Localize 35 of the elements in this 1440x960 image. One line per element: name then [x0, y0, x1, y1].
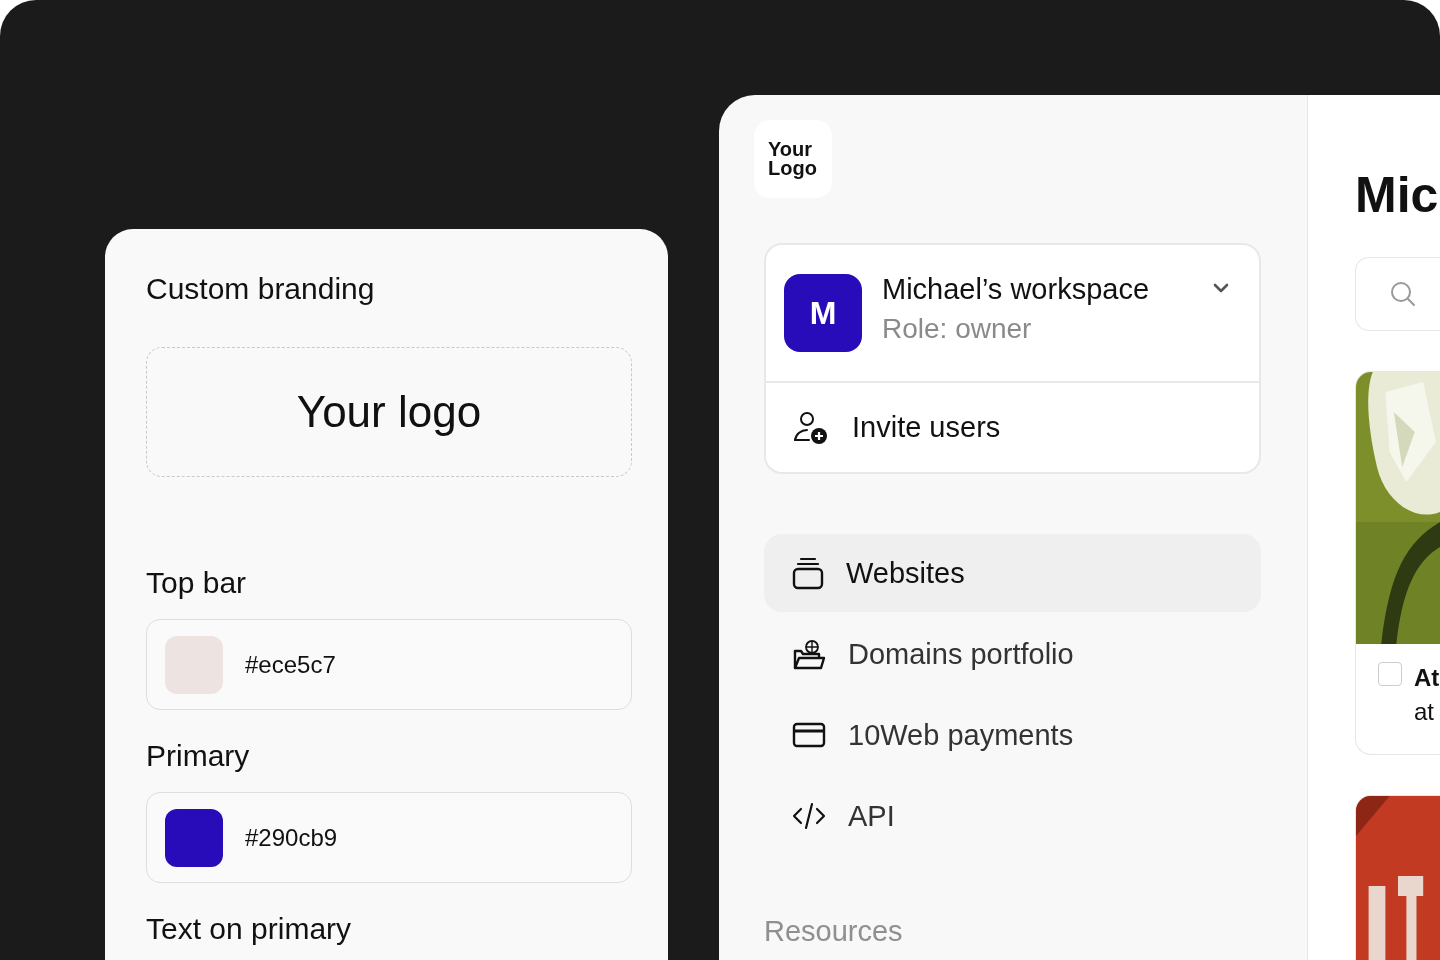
panel-title: Custom branding [146, 271, 376, 307]
nav-item[interactable]: Domains portfolio [764, 615, 1261, 693]
color-field[interactable]: #ece5c7 [146, 619, 632, 710]
color-value: #ece5c7 [245, 650, 336, 679]
search-field[interactable] [1355, 257, 1440, 331]
add-user-icon [792, 410, 828, 445]
color-label: Top bar [146, 565, 248, 601]
color-swatch[interactable] [165, 808, 223, 867]
page-title: Mic [1355, 166, 1440, 225]
logo-upload-area[interactable]: Your logo [146, 347, 632, 477]
color-field[interactable]: #290cb9 [146, 792, 632, 883]
workspace-role: Role: owner [882, 312, 1033, 346]
color-label: Text on primary [146, 911, 353, 947]
nav-item[interactable]: 10Web payments [764, 696, 1261, 774]
color-value: #290cb9 [245, 823, 338, 852]
nav-item[interactable]: Websites [764, 534, 1261, 612]
code-icon [792, 802, 826, 830]
section-heading: Resources [764, 915, 904, 948]
website-card[interactable]: At at [1355, 371, 1440, 755]
logo: Your Logo [754, 120, 832, 198]
nav-item[interactable]: API [764, 777, 1261, 855]
color-swatch[interactable] [165, 635, 223, 694]
search-icon [1390, 281, 1416, 307]
stack-icon [792, 556, 824, 590]
workspace-avatar: M [784, 274, 862, 352]
checkbox[interactable] [1378, 662, 1402, 686]
invite-users-button[interactable]: Invite users [766, 383, 1259, 472]
card-subtitle: at [1414, 697, 1435, 727]
logo-placeholder: Your logo [296, 387, 482, 437]
workspace-name: Michael’s workspace [882, 272, 1151, 307]
card-title: At [1414, 663, 1440, 693]
workspace-switcher[interactable]: M Michael’s workspace Role: owner [766, 245, 1259, 383]
card-icon [792, 722, 826, 748]
color-label: Primary [146, 738, 251, 774]
folder-globe-icon [792, 638, 826, 670]
